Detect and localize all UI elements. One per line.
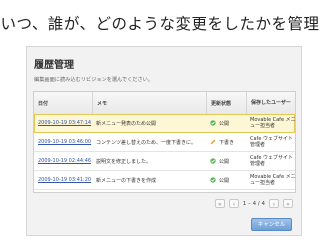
published-check-icon — [210, 177, 216, 183]
revision-memo: 新メニュー発表のため公開 — [96, 120, 157, 127]
column-header-memo[interactable]: メモ — [92, 92, 206, 114]
revision-table: 日付 メモ 更新状態 保存したユーザー 2009-10-19 03:47:14 新… — [33, 91, 296, 193]
column-header-date[interactable]: 日付 — [34, 92, 92, 114]
revision-memo: コンテンツ差し替えのため、一度下書きに。 — [96, 139, 197, 146]
table-row[interactable]: 2009-10-19 03:46:00 コンテンツ差し替えのため、一度下書きに。 下… — [34, 133, 295, 152]
prev-page-button[interactable]: ‹ — [228, 199, 239, 208]
revision-status-label: 下書き — [219, 139, 235, 146]
dialog-title: 履歴管理 — [34, 60, 74, 71]
revision-status: 公開 — [206, 171, 246, 189]
revision-history-dialog: 履歴管理 編集画面に読み込むリビジョンを選んでください。 日付 メモ 更新状態 … — [26, 46, 302, 236]
slide-title: いつ、誰が、どのような変更をしたかを管理 — [0, 15, 320, 33]
cancel-button[interactable]: キャンセル — [251, 218, 292, 231]
revision-date-link[interactable]: 2009-10-19 02:44:46 — [34, 152, 92, 170]
column-header-status[interactable]: 更新状態 — [206, 92, 246, 114]
revision-status-label: 公開 — [219, 177, 230, 184]
revision-saver: Movable Cafe メニュー担当者 — [250, 173, 296, 187]
next-page-button[interactable]: › — [269, 199, 279, 208]
table-header: 日付 メモ 更新状態 保存したユーザー — [34, 92, 295, 115]
revision-status: 下書き — [206, 133, 246, 151]
revision-saver: Movable Cafe メニュー担当者 — [250, 116, 296, 130]
table-row[interactable]: 2009-10-19 03:41:20 新メニューの下書きを作成 公開 Movable… — [34, 171, 296, 190]
revision-status: 公開 — [206, 114, 246, 132]
revision-saver: Cafe ウェブサイト管理者 — [250, 154, 293, 168]
pagination: « ‹ 1 – 4 / 4 › » — [214, 199, 293, 208]
last-page-button[interactable]: » — [283, 199, 293, 208]
revision-status-label: 公開 — [219, 120, 230, 127]
draft-pencil-icon — [210, 139, 216, 145]
revision-status: 公開 — [206, 152, 246, 170]
revision-status-label: 公開 — [219, 158, 230, 165]
page-range: 1 – 4 / 4 — [242, 200, 265, 207]
column-header-saver[interactable]: 保存したユーザー — [246, 92, 297, 114]
revision-saver: Cafe ウェブサイト管理者 — [250, 135, 293, 149]
revision-memo: 説明文を修正しました。 — [96, 158, 152, 165]
first-page-button[interactable]: « — [214, 199, 225, 208]
revision-date-link[interactable]: 2009-10-19 03:47:14 — [34, 114, 92, 132]
table-row[interactable]: 2009-10-19 02:44:46 説明文を修正しました。 公開 Cafe ウェブ… — [34, 152, 295, 171]
table-row[interactable]: 2009-10-19 03:47:14 新メニュー発表のため公開 公開 Movable… — [34, 114, 296, 133]
revision-date-link[interactable]: 2009-10-19 03:46:00 — [34, 133, 92, 151]
dialog-subtitle: 編集画面に読み込むリビジョンを選んでください。 — [34, 77, 154, 83]
revision-date-link[interactable]: 2009-10-19 03:41:20 — [34, 171, 92, 189]
published-check-icon — [210, 158, 216, 164]
published-check-icon — [210, 120, 216, 126]
revision-memo: 新メニューの下書きを作成 — [96, 177, 157, 184]
